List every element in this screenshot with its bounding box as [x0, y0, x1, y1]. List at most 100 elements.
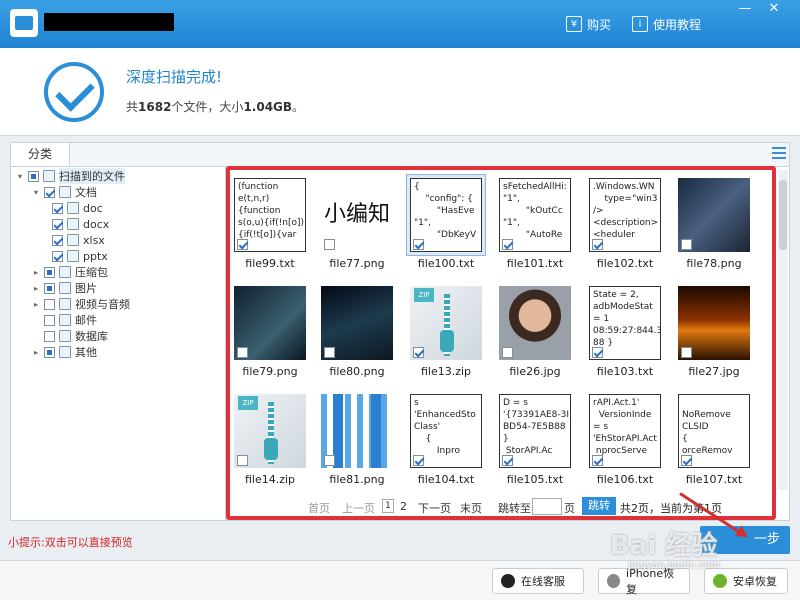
file-checkbox[interactable]: [681, 347, 692, 358]
tree-checkbox[interactable]: [52, 202, 63, 214]
file-item[interactable]: 小编知 file77.png: [314, 171, 400, 275]
file-name: file107.txt: [685, 473, 743, 486]
info-icon: i: [632, 16, 648, 32]
file-checkbox[interactable]: [502, 347, 513, 358]
tree-checkbox[interactable]: [52, 234, 63, 246]
file-checkbox[interactable]: [324, 347, 335, 358]
file-checkbox[interactable]: [413, 347, 424, 358]
tree-item-xlsx[interactable]: xlsx: [52, 232, 105, 248]
tree-label: 其他: [75, 346, 97, 359]
docx-file-icon: [67, 218, 79, 230]
buy-button[interactable]: ¥ 购买: [566, 14, 611, 34]
file-item[interactable]: file26.jpg: [492, 279, 578, 383]
tree-item-archives[interactable]: ▸ 压缩包: [32, 264, 108, 280]
tree-item-documents[interactable]: ▾ 文档: [32, 184, 97, 200]
jump-button[interactable]: 跳转: [582, 497, 616, 515]
file-item[interactable]: file80.png: [314, 279, 400, 383]
file-checkbox[interactable]: [681, 239, 692, 250]
file-name: file81.png: [329, 473, 385, 486]
file-checkbox[interactable]: [592, 239, 603, 250]
expand-icon[interactable]: ▸: [32, 300, 40, 309]
file-checkbox[interactable]: [413, 239, 424, 250]
tree-item-docx[interactable]: docx: [52, 216, 109, 232]
baidu-watermark: Bai 经验: [610, 531, 718, 561]
android-recover-button[interactable]: 安卓恢复: [704, 568, 788, 594]
stats-prefix: 共: [126, 100, 139, 114]
iphone-recover-button[interactable]: iPhone恢复: [598, 567, 690, 596]
tree-item-mail[interactable]: 邮件: [44, 312, 97, 328]
file-item[interactable]: D = s '{73391AE8-3I BD54-7E5B88 } StorAP…: [492, 387, 578, 491]
minimize-button[interactable]: —: [735, 2, 755, 18]
tree-checkbox[interactable]: [44, 186, 55, 198]
tree-item-database[interactable]: 数据库: [44, 328, 108, 344]
tree-checkbox[interactable]: [44, 314, 55, 326]
file-checkbox[interactable]: [592, 455, 603, 466]
tree-item-media[interactable]: ▸ 视频与音频: [32, 296, 130, 312]
tab-classify[interactable]: 分类: [10, 142, 70, 166]
file-item[interactable]: s 'EnhancedSto Class' { Inpro file104.tx…: [403, 387, 489, 491]
file-item[interactable]: ZIP file13.zip: [403, 279, 489, 383]
tree-checkbox[interactable]: [52, 218, 63, 230]
file-checkbox[interactable]: [681, 455, 692, 466]
tree-label: docx: [83, 217, 110, 231]
expand-icon[interactable]: ▸: [32, 284, 40, 293]
file-name: file79.png: [242, 365, 298, 378]
file-checkbox[interactable]: [237, 239, 248, 250]
file-item[interactable]: rAPI.Act.1' VersionInde = s 'EhStorAPI.A…: [582, 387, 668, 491]
app-logo: [10, 9, 38, 37]
last-page-link[interactable]: 末页: [460, 500, 482, 516]
tree-checkbox[interactable]: [44, 282, 55, 294]
online-service-button[interactable]: 在线客服: [492, 568, 584, 594]
file-name: file14.zip: [244, 473, 296, 486]
prev-page-link[interactable]: 上一页: [342, 500, 375, 516]
tree-checkbox[interactable]: [44, 330, 55, 342]
tree-checkbox[interactable]: [52, 250, 63, 262]
tutorial-button[interactable]: i 使用教程: [632, 14, 701, 34]
tree-checkbox[interactable]: [28, 170, 39, 182]
file-checkbox[interactable]: [502, 239, 513, 250]
mail-icon: [59, 314, 71, 326]
file-checkbox[interactable]: [237, 455, 248, 466]
tree-checkbox[interactable]: [44, 346, 55, 358]
file-item[interactable]: sFetchedAllHi: "1", "kOutCc "1", "AutoRe…: [492, 171, 578, 275]
file-item[interactable]: file79.png: [227, 279, 313, 383]
xlsx-file-icon: [67, 234, 79, 246]
page-2-button[interactable]: 2: [400, 500, 407, 513]
page-1-button[interactable]: 1: [382, 499, 394, 513]
yen-icon: ¥: [566, 16, 582, 32]
file-item[interactable]: file27.jpg: [671, 279, 757, 383]
tree-item-images[interactable]: ▸ 图片: [32, 280, 97, 296]
collapse-icon[interactable]: ▾: [32, 188, 40, 197]
expand-icon[interactable]: ▸: [32, 268, 40, 277]
file-item[interactable]: ZIP file14.zip: [227, 387, 313, 491]
first-page-link[interactable]: 首页: [308, 500, 330, 516]
zip-tag: ZIP: [238, 396, 258, 410]
file-item[interactable]: file81.png: [314, 387, 400, 491]
file-item[interactable]: State = 2, adbModeStat = 1 08:59:27:844.…: [582, 279, 668, 383]
file-checkbox[interactable]: [324, 455, 335, 466]
file-checkbox[interactable]: [324, 239, 335, 250]
tree-item-pptx[interactable]: pptx: [52, 248, 108, 264]
tree-item-doc[interactable]: doc: [52, 200, 103, 216]
grid-scrollbar-thumb[interactable]: [779, 180, 787, 250]
android-icon: [713, 574, 727, 588]
jump-page-input[interactable]: [532, 498, 562, 515]
file-checkbox[interactable]: [413, 455, 424, 466]
file-checkbox[interactable]: [592, 347, 603, 358]
file-item[interactable]: NoRemove CLSID { orceRemov file107.txt: [671, 387, 757, 491]
file-item[interactable]: file78.png: [671, 171, 757, 275]
tree-checkbox[interactable]: [44, 298, 55, 310]
file-checkbox[interactable]: [502, 455, 513, 466]
file-checkbox[interactable]: [237, 347, 248, 358]
collapse-icon[interactable]: ▾: [16, 172, 24, 181]
list-menu-icon[interactable]: [772, 147, 786, 159]
tree-item-other[interactable]: ▸ 其他: [32, 344, 97, 360]
tree-item-root[interactable]: ▾ 扫描到的文件: [16, 168, 125, 184]
expand-icon[interactable]: ▸: [32, 348, 40, 357]
close-button[interactable]: ✕: [764, 2, 784, 18]
next-page-link[interactable]: 下一页: [418, 500, 451, 516]
file-item[interactable]: { "config": { "HasEve "1", "DbKeyV file1…: [403, 171, 489, 275]
file-item[interactable]: (function e(t,n,r) {function s(o,u){if(!…: [227, 171, 313, 275]
file-item[interactable]: .Windows.WN type="win3 /> <description> …: [582, 171, 668, 275]
tree-checkbox[interactable]: [44, 266, 55, 278]
